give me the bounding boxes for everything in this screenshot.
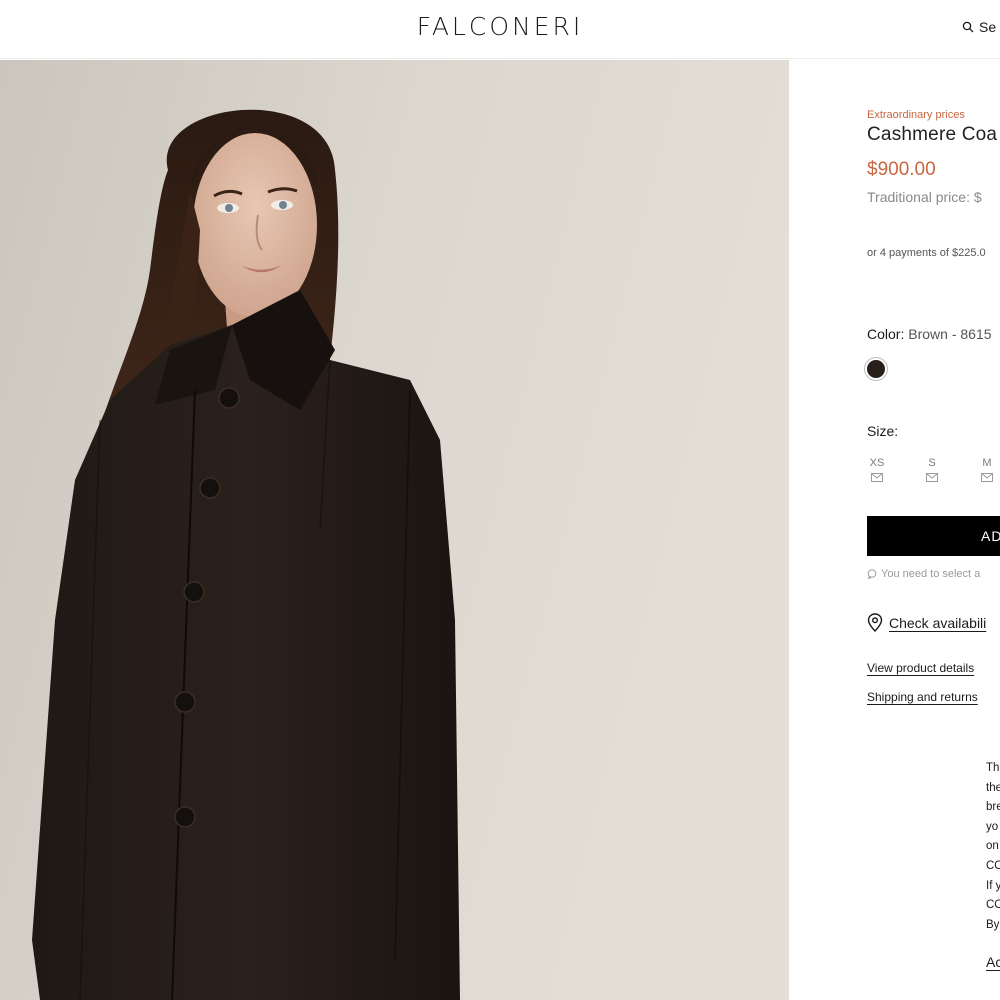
product-price: $900.00	[867, 159, 936, 180]
product-image[interactable]	[0, 60, 789, 1000]
product-info-panel: Extraordinary prices Cashmere Coa $900.0…	[790, 60, 1000, 1000]
cookie-line: on	[986, 840, 999, 853]
size-option-xs[interactable]: XS	[865, 457, 889, 482]
size-option-label: S	[928, 457, 936, 469]
view-product-details-link[interactable]: View product details	[867, 661, 974, 675]
cookie-line: CO	[986, 859, 1000, 872]
color-value: Brown - 8615	[908, 326, 992, 342]
add-to-bag-button[interactable]: AD	[867, 516, 1000, 556]
color-swatch-brown[interactable]	[867, 360, 885, 378]
color-label-row: Color: Brown - 8615	[867, 326, 992, 342]
chat-bubble-icon	[867, 569, 877, 579]
location-pin-icon	[867, 613, 883, 632]
promo-label: Extraordinary prices	[867, 109, 965, 121]
size-label: Size:	[867, 423, 899, 439]
add-button-label: AD	[981, 528, 1000, 544]
size-option-s[interactable]: S	[920, 457, 944, 482]
cookie-banner-text: Th the bre yo on CO If y CO By	[986, 759, 1000, 935]
check-availability-text: Check availabili	[889, 614, 987, 631]
cookie-accept-link[interactable]: Ac	[986, 954, 1000, 970]
size-option-m[interactable]: M	[975, 457, 999, 482]
cookie-line: the	[986, 781, 1000, 794]
installments-text: or 4 payments of $225.0	[867, 247, 986, 259]
cookie-line: bre	[986, 801, 1000, 814]
site-header: FALCONERI Se	[0, 0, 1000, 59]
traditional-price: Traditional price: $	[867, 189, 982, 205]
color-label: Color:	[867, 326, 905, 342]
cookie-line: Th	[986, 762, 1000, 774]
cookie-line: yo	[986, 820, 999, 833]
envelope-icon	[926, 473, 938, 482]
size-option-label: M	[982, 457, 992, 469]
product-title: Cashmere Coa	[867, 124, 998, 145]
search-icon	[962, 21, 974, 33]
envelope-icon	[871, 473, 883, 482]
envelope-icon	[981, 473, 993, 482]
search-label: Se	[979, 19, 997, 35]
brand-logo[interactable]: FALCONERI	[0, 12, 1000, 41]
check-availability-link[interactable]: Check availabili	[867, 613, 986, 632]
shipping-returns-link[interactable]: Shipping and returns	[867, 690, 978, 704]
size-hint: You need to select a	[867, 568, 980, 580]
size-option-label: XS	[869, 457, 885, 469]
cookie-line: By	[986, 918, 1000, 931]
cookie-line: CO	[986, 899, 1000, 912]
cookie-line: If y	[986, 879, 1000, 892]
size-hint-text: You need to select a	[881, 568, 981, 580]
search-button[interactable]: Se	[962, 17, 1000, 37]
model-wearing-coat-image	[0, 60, 789, 1000]
